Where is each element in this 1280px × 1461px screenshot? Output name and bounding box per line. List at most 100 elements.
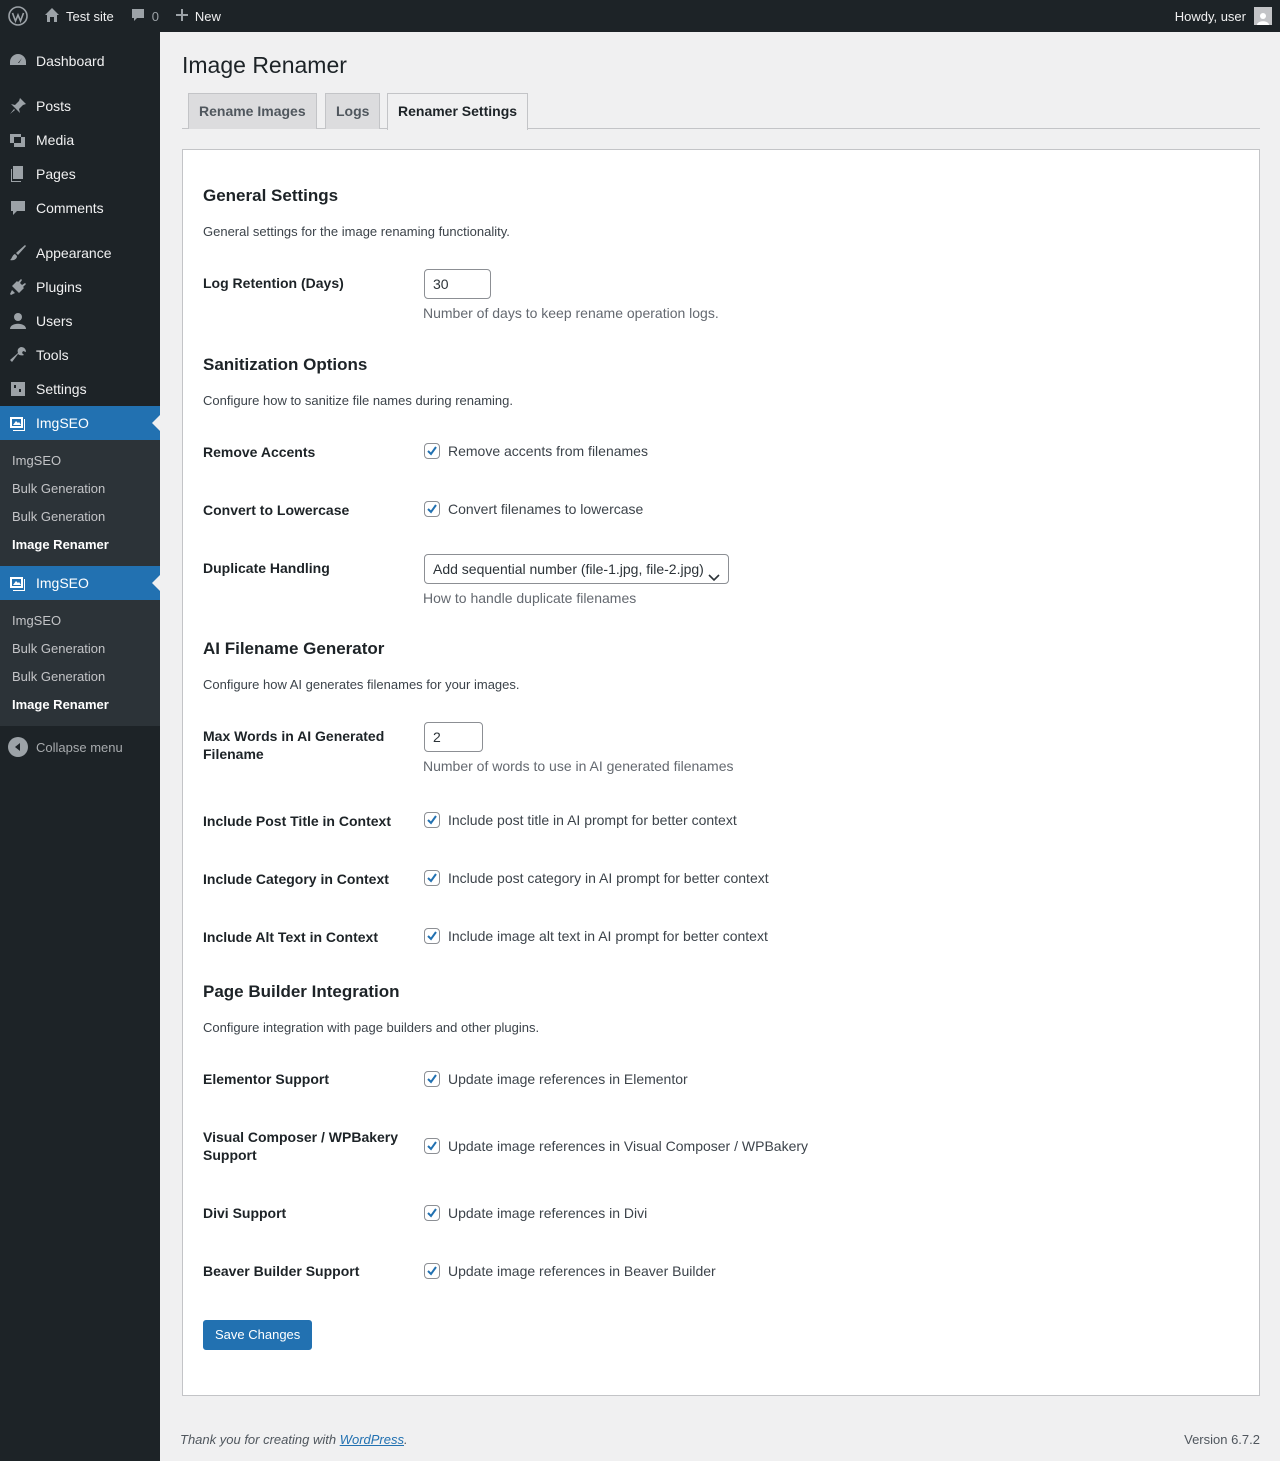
chevron-down-icon — [708, 564, 720, 583]
divi-checkbox[interactable] — [424, 1205, 440, 1221]
section-desc-page-builder: Configure integration with page builders… — [203, 1020, 540, 1035]
submenu-item-imgseo[interactable]: ImgSEO — [0, 607, 160, 635]
alt-text-label: Include Alt Text in Context — [203, 929, 379, 945]
save-changes-button[interactable]: Save Changes — [203, 1320, 313, 1350]
duplicate-handling-label: Duplicate Handling — [203, 560, 330, 576]
sidebar-item-label: Users — [36, 313, 73, 329]
visual-composer-label: Visual Composer / WPBakery Support — [203, 1129, 399, 1163]
comments-count: 0 — [151, 8, 159, 24]
max-words-input[interactable]: 2 — [424, 722, 483, 752]
page-title: Image Renamer — [182, 52, 347, 78]
log-retention-input[interactable]: 30 — [424, 269, 491, 299]
duplicate-handling-select[interactable]: Add sequential number (file-1.jpg, file-… — [424, 554, 729, 584]
settings-panel: General Settings General settings for th… — [182, 149, 1260, 1396]
sidebar-item-label: Dashboard — [36, 53, 105, 69]
comments-link[interactable]: 0 — [122, 0, 167, 32]
wordpress-logo-icon[interactable] — [0, 0, 36, 32]
footer-thanks: Thank you for creating with WordPress. — [180, 1432, 408, 1447]
divi-option[interactable]: Update image references in Divi — [424, 1205, 647, 1221]
new-content-link[interactable]: New — [167, 0, 229, 32]
beaver-builder-option[interactable]: Update image references in Beaver Builde… — [424, 1263, 716, 1279]
new-label: New — [194, 8, 221, 24]
alt-text-checkbox[interactable] — [424, 928, 440, 944]
alt-text-text: Include image alt text in AI prompt for … — [448, 928, 768, 944]
plug-icon — [8, 277, 28, 297]
category-checkbox[interactable] — [424, 870, 440, 886]
section-desc-general: General settings for the image renaming … — [203, 224, 510, 239]
sidebar-item-settings[interactable]: Settings — [0, 372, 160, 406]
category-option[interactable]: Include post category in AI prompt for b… — [424, 870, 769, 886]
avatar — [1254, 7, 1272, 25]
sidebar-item-label: Posts — [36, 98, 72, 114]
submenu-item-bulk-generation[interactable]: Bulk Generation — [0, 635, 160, 663]
visual-composer-text: Update image references in Visual Compos… — [448, 1138, 809, 1154]
dashboard-icon — [8, 51, 28, 71]
tab-renamer-settings[interactable]: Renamer Settings — [387, 93, 529, 130]
beaver-builder-text: Update image references in Beaver Builde… — [448, 1263, 716, 1279]
beaver-builder-checkbox[interactable] — [424, 1263, 440, 1279]
site-name-link[interactable]: Test site — [36, 0, 122, 32]
wordpress-link[interactable]: WordPress — [340, 1432, 404, 1447]
user-icon — [8, 311, 28, 331]
remove-accents-label: Remove Accents — [203, 444, 316, 460]
sidebar-item-label: Comments — [36, 200, 104, 216]
tab-rename-images[interactable]: Rename Images — [188, 93, 317, 129]
sidebar-item-dashboard[interactable]: Dashboard — [0, 44, 160, 78]
submenu-item-image-renamer[interactable]: Image Renamer — [0, 691, 160, 719]
sidebar-item-label: Plugins — [36, 279, 82, 295]
lowercase-option[interactable]: Convert filenames to lowercase — [424, 501, 643, 517]
sidebar-item-users[interactable]: Users — [0, 304, 160, 338]
account-menu[interactable]: Howdy, user — [1167, 0, 1280, 32]
howdy-label: Howdy, user — [1174, 8, 1246, 24]
post-title-option[interactable]: Include post title in AI prompt for bett… — [424, 812, 737, 828]
lowercase-label: Convert to Lowercase — [203, 502, 350, 518]
post-title-checkbox[interactable] — [424, 812, 440, 828]
footer-version: Version 6.7.2 — [1184, 1432, 1260, 1447]
sidebar-item-pages[interactable]: Pages — [0, 157, 160, 191]
plus-icon — [175, 8, 189, 25]
remove-accents-option[interactable]: Remove accents from filenames — [424, 443, 648, 459]
pages-icon — [8, 164, 28, 184]
imgseo-submenu: ImgSEO Bulk Generation Bulk Generation I… — [0, 600, 160, 726]
sidebar-item-label: Media — [36, 132, 75, 148]
sidebar-item-label: ImgSEO — [36, 575, 89, 591]
duplicate-handling-desc: How to handle duplicate filenames — [423, 590, 637, 606]
sidebar-item-label: ImgSEO — [36, 415, 89, 431]
image-icon — [8, 413, 28, 433]
sidebar-item-imgseo[interactable]: ImgSEO — [0, 406, 160, 440]
collapse-label: Collapse menu — [36, 739, 123, 755]
brush-icon — [8, 243, 28, 263]
lowercase-text: Convert filenames to lowercase — [448, 501, 644, 517]
collapse-menu-button[interactable]: Collapse menu — [0, 730, 160, 764]
category-label: Include Category in Context — [203, 871, 389, 887]
submenu-item-imgseo[interactable]: ImgSEO — [0, 447, 160, 475]
sidebar-item-label: Appearance — [36, 245, 112, 261]
divi-label: Divi Support — [203, 1205, 287, 1221]
max-words-label: Max Words in AI Generated Filename — [203, 728, 385, 762]
submenu-item-image-renamer[interactable]: Image Renamer — [0, 531, 160, 559]
section-title-sanitization: Sanitization Options — [203, 355, 368, 374]
submenu-item-bulk-generation[interactable]: Bulk Generation — [0, 475, 160, 503]
visual-composer-checkbox[interactable] — [424, 1138, 440, 1154]
sidebar-item-plugins[interactable]: Plugins — [0, 270, 160, 304]
tab-logs[interactable]: Logs — [325, 93, 381, 129]
sidebar-item-tools[interactable]: Tools — [0, 338, 160, 372]
section-title-general: General Settings — [203, 186, 339, 205]
elementor-option[interactable]: Update image references in Elementor — [424, 1071, 688, 1087]
sidebar-item-posts[interactable]: Posts — [0, 89, 160, 123]
duplicate-handling-value: Add sequential number (file-1.jpg, file-… — [433, 561, 704, 577]
elementor-label: Elementor Support — [203, 1071, 330, 1087]
sidebar-item-media[interactable]: Media — [0, 123, 160, 157]
alt-text-option[interactable]: Include image alt text in AI prompt for … — [424, 928, 768, 944]
sidebar-item-imgseo[interactable]: ImgSEO — [0, 566, 160, 600]
comment-icon — [8, 198, 28, 218]
sidebar-item-appearance[interactable]: Appearance — [0, 236, 160, 270]
submenu-item-bulk-generation[interactable]: Bulk Generation — [0, 503, 160, 531]
sidebar-item-comments[interactable]: Comments — [0, 191, 160, 225]
section-desc-ai: Configure how AI generates filenames for… — [203, 677, 520, 692]
visual-composer-option[interactable]: Update image references in Visual Compos… — [424, 1138, 808, 1154]
remove-accents-checkbox[interactable] — [424, 443, 440, 459]
elementor-checkbox[interactable] — [424, 1071, 440, 1087]
lowercase-checkbox[interactable] — [424, 501, 440, 517]
submenu-item-bulk-generation[interactable]: Bulk Generation — [0, 663, 160, 691]
